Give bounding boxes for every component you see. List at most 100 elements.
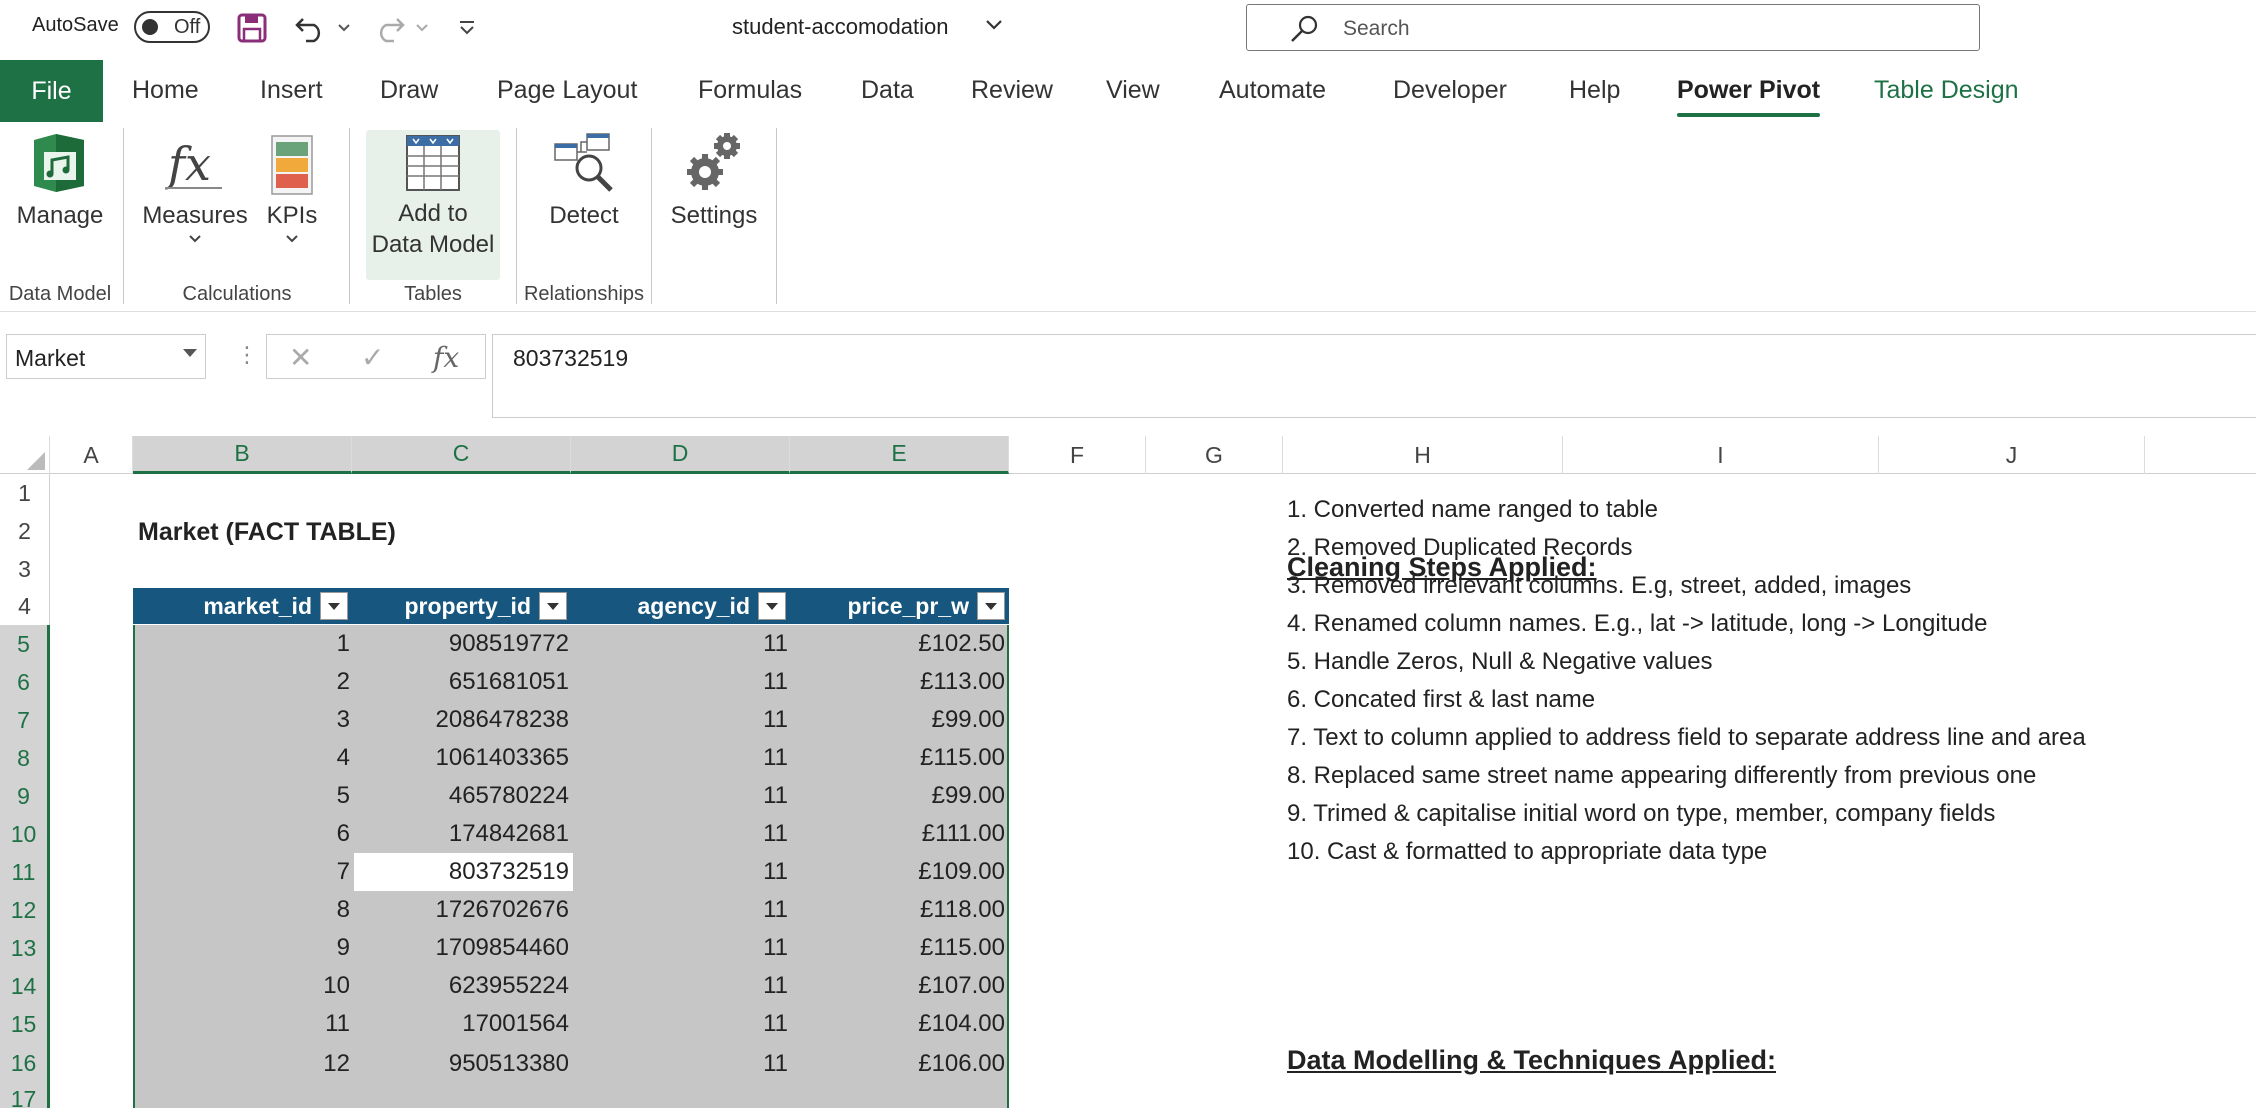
table-cell[interactable]: 11	[135, 1005, 354, 1043]
column-header-a[interactable]: A	[50, 436, 133, 474]
column-header-b[interactable]: B	[133, 436, 352, 474]
table-cell[interactable]: 9	[135, 929, 354, 967]
table-cell[interactable]: 11	[573, 929, 792, 967]
tab-data[interactable]: Data	[861, 76, 914, 105]
manage-button[interactable]: Manage	[6, 130, 114, 231]
tab-review[interactable]: Review	[971, 76, 1053, 105]
table-cell[interactable]: £115.00	[792, 929, 1009, 967]
table-cell[interactable]: 11	[573, 739, 792, 777]
undo-icon[interactable]	[290, 10, 330, 46]
table-cell[interactable]: 11	[573, 1043, 792, 1084]
column-header-j[interactable]: J	[1879, 436, 2145, 474]
table-cell[interactable]: 11	[573, 625, 792, 663]
table-cell[interactable]: 11	[573, 853, 792, 891]
table-cell[interactable]: £107.00	[792, 967, 1009, 1005]
column-header-g[interactable]: G	[1146, 436, 1283, 474]
detect-button[interactable]: Detect	[536, 130, 632, 231]
tab-automate[interactable]: Automate	[1219, 76, 1326, 105]
tab-developer[interactable]: Developer	[1393, 76, 1507, 105]
enter-icon[interactable]: ✓	[361, 341, 384, 374]
insert-function-icon[interactable]: fx	[433, 341, 459, 374]
market-table-body[interactable]: 1 908519772 11 £102.50 2 651681051 11 £113.00 3 2…	[133, 625, 1009, 1108]
table-cell[interactable]: 174842681	[354, 815, 573, 853]
column-header-c[interactable]: C	[352, 436, 571, 474]
cleaning-step[interactable]: 6. Concated first & last name	[1287, 686, 1595, 714]
cleaning-step[interactable]: 4. Renamed column names. E.g., lat -> la…	[1287, 610, 1987, 638]
table-cell[interactable]: 12	[135, 1043, 354, 1084]
cleaning-step[interactable]: 1. Converted name ranged to table	[1287, 496, 1658, 524]
row-header-16[interactable]: 16	[0, 1043, 50, 1084]
table-cell[interactable]: 803732519	[354, 853, 573, 891]
table-cell[interactable]: 11	[573, 967, 792, 1005]
column-header-d[interactable]: D	[571, 436, 790, 474]
settings-button[interactable]: Settings	[664, 130, 764, 231]
tab-home[interactable]: Home	[132, 76, 199, 105]
table-cell[interactable]: £99.00	[792, 777, 1009, 815]
tab-help[interactable]: Help	[1569, 76, 1620, 105]
table-cell[interactable]: 623955224	[354, 967, 573, 1005]
table-cell[interactable]: £115.00	[792, 739, 1009, 777]
table-cell[interactable]: 908519772	[354, 625, 573, 663]
table-cell[interactable]: 6	[135, 815, 354, 853]
column-header-f[interactable]: F	[1009, 436, 1146, 474]
table-cell[interactable]: 17001564	[354, 1005, 573, 1043]
autosave-toggle[interactable]: Off	[134, 11, 210, 43]
table-cell[interactable]: 11	[573, 815, 792, 853]
table-cell[interactable]: 11	[573, 777, 792, 815]
select-all-corner[interactable]	[0, 436, 50, 474]
formula-input[interactable]: 803732519	[492, 334, 2256, 418]
row-header-14[interactable]: 14	[0, 967, 50, 1005]
worksheet-grid[interactable]: ABCDEFGHIJ 1 2 3 4 5 6 7 8 9 10 11 12 13 14 15 16 17 Mar…	[0, 436, 2256, 1108]
table-cell[interactable]: 1726702676	[354, 891, 573, 929]
title-chevron-icon[interactable]	[984, 14, 1004, 39]
row-header-3[interactable]: 3	[0, 550, 50, 588]
table-cell[interactable]: £111.00	[792, 815, 1009, 853]
table-cell[interactable]: 11	[573, 663, 792, 701]
table-cell[interactable]: 2	[135, 663, 354, 701]
table-title[interactable]: Market (FACT TABLE)	[138, 518, 396, 547]
table-cell[interactable]: £102.50	[792, 625, 1009, 663]
table-cell[interactable]: 1709854460	[354, 929, 573, 967]
table-cell[interactable]: £109.00	[792, 853, 1009, 891]
table-cell[interactable]: 11	[573, 701, 792, 739]
table-cell[interactable]: 4	[135, 739, 354, 777]
column-header-e[interactable]: E	[790, 436, 1009, 474]
row-header-5[interactable]: 5	[0, 625, 50, 663]
cleaning-step[interactable]: 7. Text to column applied to address fie…	[1287, 724, 2086, 752]
table-cell[interactable]: 651681051	[354, 663, 573, 701]
customize-qat-icon[interactable]	[452, 10, 482, 46]
table-cell[interactable]: £113.00	[792, 663, 1009, 701]
row-header-11[interactable]: 11	[0, 853, 50, 891]
row-header-2[interactable]: 2	[0, 512, 50, 550]
formula-bar-grip-icon[interactable]: ⋮	[236, 342, 258, 368]
table-cell[interactable]: 465780224	[354, 777, 573, 815]
cleaning-step[interactable]: 8. Replaced same street name appearing d…	[1287, 762, 2036, 790]
kpis-button[interactable]: KPIs	[254, 130, 330, 249]
filter-dropdown-icon[interactable]	[539, 592, 567, 620]
row-header-17[interactable]: 17	[0, 1084, 50, 1108]
add-to-data-model-button[interactable]: Add to Data Model	[366, 130, 500, 280]
redo-icon[interactable]	[370, 10, 410, 46]
undo-dropdown-icon[interactable]	[334, 10, 354, 46]
table-cell[interactable]: £99.00	[792, 701, 1009, 739]
table-cell[interactable]: £118.00	[792, 891, 1009, 929]
measures-button[interactable]: fx Measures	[138, 130, 252, 249]
document-title[interactable]: student-accomodation	[732, 14, 948, 40]
table-cell[interactable]: 5	[135, 777, 354, 815]
cleaning-step[interactable]: 9. Trimed & capitalise initial word on t…	[1287, 800, 1995, 828]
table-header-agency-id[interactable]: agency_id	[571, 588, 790, 624]
tab-formulas[interactable]: Formulas	[698, 76, 802, 105]
table-cell[interactable]: 10	[135, 967, 354, 1005]
table-cell[interactable]: 11	[573, 1005, 792, 1043]
tab-insert[interactable]: Insert	[260, 76, 323, 105]
save-icon[interactable]	[232, 10, 272, 46]
filter-dropdown-icon[interactable]	[758, 592, 786, 620]
tab-table-design[interactable]: Table Design	[1874, 76, 2019, 105]
row-header-4[interactable]: 4	[0, 588, 50, 625]
name-box[interactable]: Market	[6, 334, 206, 379]
table-cell[interactable]: 950513380	[354, 1043, 573, 1084]
cleaning-step[interactable]: 2. Removed Duplicated Records	[1287, 534, 1633, 562]
table-cell[interactable]: 8	[135, 891, 354, 929]
cleaning-step[interactable]: 3. Removed irrelevant columns. E.g, stre…	[1287, 572, 1911, 600]
name-box-dropdown-icon[interactable]	[183, 349, 197, 357]
